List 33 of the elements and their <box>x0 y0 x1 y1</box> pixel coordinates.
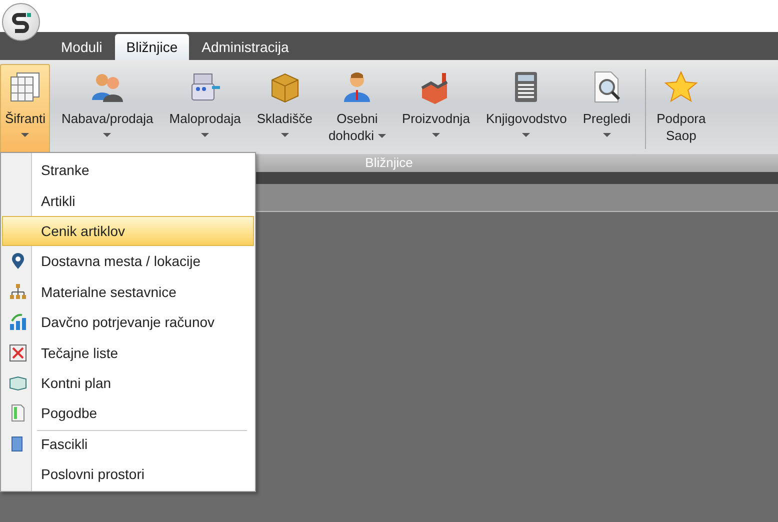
ribbon-button[interactable]: Proizvodnja <box>397 64 475 154</box>
caret-icon <box>602 133 611 137</box>
hierarchy-icon <box>9 282 27 301</box>
menu-item[interactable]: Artikli <box>2 185 254 216</box>
menu-item[interactable]: Tečajne liste <box>2 337 254 368</box>
menu-item[interactable]: Davčno potrjevanje računov <box>2 306 254 338</box>
ribbon-tab[interactable]: Administracija <box>190 34 300 60</box>
caret-icon <box>522 133 530 137</box>
app-logo-icon[interactable] <box>2 3 40 41</box>
menu-item[interactable]: Pogodbe <box>2 398 254 429</box>
caret-icon <box>103 133 112 137</box>
ribbon-button[interactable]: Skladišče <box>252 64 318 154</box>
menu-item[interactable]: Kontni plan <box>2 368 254 398</box>
ribbon-tab[interactable]: Bližnjice <box>115 34 189 60</box>
ribbon-button[interactable]: Pregledi <box>578 64 636 154</box>
ribbon-tab[interactable]: Moduli <box>50 34 114 60</box>
menu-item[interactable]: Materialne sestavnice <box>2 276 254 307</box>
pin-icon <box>9 252 27 270</box>
ribbon-button[interactable]: Osebni dohodki <box>323 64 391 154</box>
menu-item[interactable]: Cenik artiklov <box>2 216 254 246</box>
grid-icon <box>8 70 42 104</box>
caret-icon <box>201 133 210 137</box>
caret-icon <box>378 134 386 138</box>
caret-icon <box>280 133 289 137</box>
ribbon-button[interactable]: Knjigovodstvo <box>480 64 572 154</box>
chart-icon <box>9 313 27 332</box>
star-icon <box>664 70 698 104</box>
ribbon-button[interactable]: Šifranti <box>0 64 50 154</box>
menu-item[interactable]: Poslovni prostori <box>2 458 254 490</box>
caret-icon <box>21 133 30 137</box>
document-icon <box>9 404 27 422</box>
caret-icon <box>432 133 440 137</box>
menu-item[interactable]: Dostavna mesta / lokacije <box>2 246 254 277</box>
